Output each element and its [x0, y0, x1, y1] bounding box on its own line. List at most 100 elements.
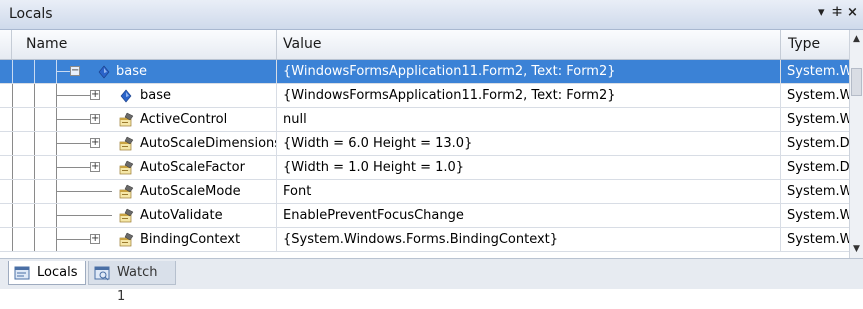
- collapse-icon[interactable]: −: [70, 66, 80, 76]
- value-cell[interactable]: {WindowsFormsApplication11.Form2, Text: …: [277, 84, 781, 107]
- tree-guide-line: [34, 204, 35, 227]
- name-cell[interactable]: − base: [0, 60, 277, 83]
- variable-name: AutoScaleDimensions: [140, 136, 277, 151]
- name-cell[interactable]: + AutoScaleFactor: [0, 156, 277, 179]
- name-cell[interactable]: + base: [0, 84, 277, 107]
- tree-guide-line: [34, 156, 35, 179]
- tab-watch-1[interactable]: Watch 1: [88, 261, 176, 304]
- name-cell[interactable]: AutoScaleMode: [0, 180, 277, 203]
- type-cell: System.W: [787, 88, 849, 103]
- type-cell: System.W: [787, 64, 849, 79]
- name-cell[interactable]: + BindingContext: [0, 228, 277, 251]
- variable-name: AutoValidate: [140, 208, 223, 223]
- tree-guide-line: [34, 132, 35, 155]
- tree-guide-line: [12, 204, 13, 227]
- tab-label: Watch 1: [117, 265, 158, 304]
- tab-locals[interactable]: Locals: [8, 261, 86, 285]
- table-row[interactable]: + ActiveControl null System.W: [0, 108, 849, 132]
- expand-icon[interactable]: +: [90, 234, 100, 244]
- variable-name: ActiveControl: [140, 112, 228, 127]
- value-cell[interactable]: null: [277, 108, 781, 131]
- expand-icon[interactable]: +: [90, 162, 100, 172]
- tree-connector-line: [56, 143, 90, 144]
- tree-guide-line: [12, 180, 13, 203]
- type-cell: System.W: [787, 208, 849, 223]
- tree-guide-line: [12, 228, 13, 251]
- variable-name: AutoScaleFactor: [140, 160, 245, 175]
- property-icon: [119, 208, 134, 223]
- value-cell[interactable]: Font: [277, 180, 781, 203]
- window-title: Locals: [9, 6, 53, 22]
- header-gutter: [0, 30, 12, 59]
- value-cell[interactable]: {Width = 6.0 Height = 13.0}: [277, 132, 781, 155]
- variable-name: base: [116, 64, 147, 79]
- scroll-up-icon[interactable]: ▲: [850, 32, 863, 46]
- tree-connector-line: [56, 167, 90, 168]
- locals-grid: − base {WindowsFormsApplication11.Form2, T…: [0, 60, 849, 258]
- tab-label: Locals: [37, 265, 78, 280]
- tree-guide-line: [12, 60, 13, 83]
- name-cell[interactable]: AutoValidate: [0, 204, 277, 227]
- locals-window: Locals ▾ ⵐ × Name Value Type − base {Windo…: [0, 0, 863, 304]
- tab-bar: Locals Watch 1: [0, 258, 863, 304]
- scroll-down-icon[interactable]: ▼: [850, 242, 863, 256]
- locals-icon: [14, 266, 30, 280]
- window-position-icon[interactable]: ▾: [818, 5, 825, 20]
- variable-name: AutoScaleMode: [140, 184, 241, 199]
- property-icon: [119, 160, 134, 175]
- tree-guide-line: [34, 180, 35, 203]
- close-icon[interactable]: ×: [847, 5, 858, 20]
- scroll-thumb[interactable]: [851, 68, 862, 96]
- table-row[interactable]: AutoValidate EnablePreventFocusChange Syst…: [0, 204, 849, 228]
- table-row[interactable]: + BindingContext {System.Windows.Forms.Bin…: [0, 228, 849, 252]
- watch-icon: [94, 266, 110, 281]
- type-cell: System.W: [787, 184, 849, 199]
- tree-guide-line: [12, 84, 13, 107]
- field-icon: [120, 89, 132, 103]
- tree-guide-line: [12, 132, 13, 155]
- tree-guide-line: [34, 228, 35, 251]
- value-cell[interactable]: {System.Windows.Forms.BindingContext}: [277, 228, 781, 251]
- expand-icon[interactable]: +: [90, 138, 100, 148]
- tree-guide-line: [34, 84, 35, 107]
- variable-name: BindingContext: [140, 232, 241, 247]
- tree-guide-line: [34, 60, 35, 83]
- column-header-name[interactable]: Name: [12, 30, 277, 59]
- property-icon: [119, 184, 134, 199]
- vertical-scrollbar[interactable]: ▲ ▼: [849, 30, 863, 258]
- property-icon: [119, 112, 134, 127]
- tree-connector-line: [56, 119, 90, 120]
- tree-connector-line: [56, 71, 70, 72]
- name-cell[interactable]: + AutoScaleDimensions: [0, 132, 277, 155]
- column-header-type[interactable]: Type: [781, 30, 849, 59]
- variable-name: base: [140, 88, 171, 103]
- tree-connector-line: [90, 215, 112, 216]
- column-header: Name Value Type: [0, 30, 863, 60]
- type-cell: System.D: [787, 160, 849, 175]
- table-row[interactable]: + AutoScaleDimensions {Width = 6.0 Height …: [0, 132, 849, 156]
- name-cell[interactable]: + ActiveControl: [0, 108, 277, 131]
- pin-icon[interactable]: ⵐ: [832, 5, 842, 20]
- column-header-value[interactable]: Value: [277, 30, 781, 59]
- table-row[interactable]: AutoScaleMode Font System.W: [0, 180, 849, 204]
- type-cell: System.W: [787, 112, 849, 127]
- tree-connector-line: [90, 191, 112, 192]
- expand-icon[interactable]: +: [90, 114, 100, 124]
- table-row[interactable]: − base {WindowsFormsApplication11.Form2, T…: [0, 60, 849, 84]
- tree-connector-line: [56, 215, 90, 216]
- value-cell[interactable]: {Width = 1.0 Height = 1.0}: [277, 156, 781, 179]
- expand-icon[interactable]: +: [90, 90, 100, 100]
- value-cell[interactable]: {WindowsFormsApplication11.Form2, Text: …: [277, 60, 781, 83]
- type-cell: System.W: [787, 232, 849, 247]
- table-row[interactable]: + AutoScaleFactor {Width = 1.0 Height = 1.…: [0, 156, 849, 180]
- value-cell[interactable]: EnablePreventFocusChange: [277, 204, 781, 227]
- tree-connector-line: [56, 239, 90, 240]
- tree-connector-line: [56, 95, 90, 96]
- type-cell: System.D: [787, 136, 849, 151]
- title-bar: Locals ▾ ⵐ ×: [0, 0, 863, 30]
- property-icon: [119, 136, 134, 151]
- field-icon: [98, 65, 110, 79]
- table-row[interactable]: + base {WindowsFormsApplication11.Form2, T…: [0, 84, 849, 108]
- property-icon: [119, 232, 134, 247]
- tree-guide-line: [12, 156, 13, 179]
